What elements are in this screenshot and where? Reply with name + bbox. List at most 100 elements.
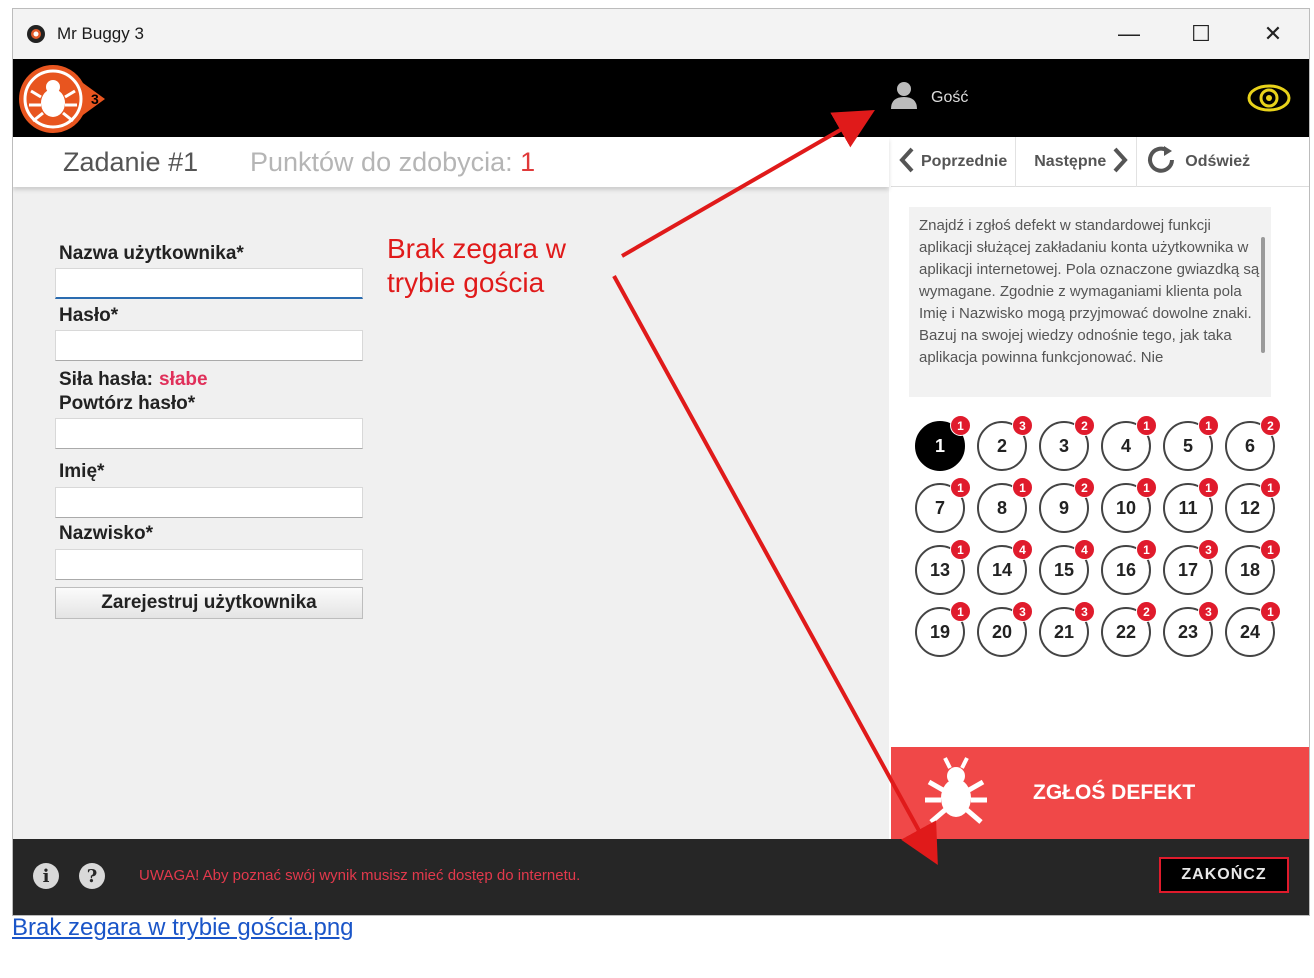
task-button[interactable]: 16 1	[1101, 539, 1157, 595]
repeat-password-label: Powtórz hasło*	[59, 393, 196, 414]
task-badge: 3	[1012, 601, 1033, 622]
annotation-label: Brak zegara w trybie gościa	[387, 232, 607, 300]
task-number: 18	[1239, 559, 1261, 580]
task-button[interactable]: 11	[915, 415, 971, 471]
file-link[interactable]: Brak zegara w trybie gościa.png	[12, 914, 354, 942]
refresh-button[interactable]: Odśwież	[1137, 137, 1258, 187]
task-button[interactable]: 23 3	[1163, 601, 1219, 657]
task-button[interactable]: 12 1	[1225, 477, 1281, 533]
task-badge: 1	[1136, 415, 1157, 436]
task-badge: 2	[1074, 477, 1095, 498]
maximize-button[interactable]: ☐	[1165, 9, 1237, 59]
task-badge: 1	[1260, 477, 1281, 498]
finish-button[interactable]: ZAKOŃCZ	[1159, 857, 1289, 893]
task-panel: Znajdź i zgłoś defekt w standardowej fun…	[891, 187, 1309, 747]
previous-button[interactable]: Poprzednie	[891, 137, 1017, 187]
task-navigation: Poprzednie Następne Odśwież	[891, 137, 1309, 187]
task-button[interactable]: 15 4	[1039, 539, 1095, 595]
report-defect-label: ZGŁOŚ DEFEKT	[1033, 781, 1196, 804]
task-button[interactable]: 13 1	[915, 539, 971, 595]
task-button[interactable]: 19 1	[915, 601, 971, 657]
app-icon	[25, 23, 47, 45]
register-button[interactable]: Zarejestruj użytkownika	[55, 587, 363, 619]
close-button[interactable]: ✕	[1237, 9, 1309, 59]
username-label: Nazwa użytkownika*	[59, 243, 244, 264]
user-icon	[889, 81, 919, 114]
footer-bar: i ? UWAGA! Aby poznać swój wynik musisz …	[13, 839, 1309, 915]
task-badge: 1	[1136, 477, 1157, 498]
task-button[interactable]: 11 1	[1163, 477, 1219, 533]
lastname-label: Nazwisko*	[59, 523, 153, 544]
task-number: 23	[1177, 621, 1199, 642]
task-button[interactable]: 18 1	[1225, 539, 1281, 595]
strength-label: Siła hasła:	[59, 369, 153, 390]
task-button[interactable]: 20 3	[977, 601, 1033, 657]
chevron-right-icon	[1112, 147, 1128, 178]
task-number: 3	[1058, 435, 1069, 456]
points-label: Punktów do zdobycia: 1	[250, 147, 535, 178]
task-button[interactable]: 51	[1163, 415, 1219, 471]
description-text: Znajdź i zgłoś defekt w standardowej fun…	[919, 217, 1260, 366]
task-badge: 1	[950, 601, 971, 622]
task-number: 9	[1058, 497, 1069, 518]
help-icon[interactable]: ?	[79, 863, 105, 889]
username-field[interactable]	[55, 268, 363, 299]
task-button[interactable]: 17 3	[1163, 539, 1219, 595]
task-button[interactable]: 22 2	[1101, 601, 1157, 657]
screenshot-page: Mr Buggy 3 — ☐ ✕ 3 Gość Zadanie #1 Punkt…	[0, 0, 1314, 978]
info-icon[interactable]: i	[33, 863, 59, 889]
task-button[interactable]: 62	[1225, 415, 1281, 471]
eye-icon[interactable]	[1247, 83, 1291, 118]
task-button[interactable]: 41	[1101, 415, 1157, 471]
task-button[interactable]: 71	[915, 477, 971, 533]
task-button[interactable]: 14 4	[977, 539, 1033, 595]
task-badge: 3	[1198, 601, 1219, 622]
points-text: Punktów do zdobycia:	[250, 147, 521, 177]
task-button[interactable]: 21 3	[1039, 601, 1095, 657]
task-number: 11	[1178, 497, 1198, 518]
task-button[interactable]: 81	[977, 477, 1033, 533]
task-badge: 1	[1198, 477, 1219, 498]
task-number: 13	[929, 559, 951, 580]
task-badge: 2	[1260, 415, 1281, 436]
task-button[interactable]: 24 1	[1225, 601, 1281, 657]
task-badge: 1	[950, 415, 971, 436]
description-scrollbar[interactable]	[1261, 237, 1265, 353]
task-badge: 2	[1136, 601, 1157, 622]
next-button[interactable]: Następne	[1016, 137, 1138, 187]
bug-icon	[919, 754, 993, 833]
task-number: 5	[1182, 435, 1193, 456]
window-title: Mr Buggy 3	[57, 24, 144, 43]
task-badge: 1	[1260, 539, 1281, 560]
previous-label: Poprzednie	[921, 153, 1008, 170]
annotation-line-1: Brak zegara w	[387, 233, 566, 264]
task-badge: 3	[1198, 539, 1219, 560]
task-button[interactable]: 23	[977, 415, 1033, 471]
refresh-icon	[1145, 145, 1179, 180]
report-defect-button[interactable]: ZGŁOŚ DEFEKT	[891, 747, 1309, 839]
task-number: 10	[1115, 497, 1137, 518]
repeat-password-field[interactable]	[55, 418, 363, 449]
task-badge: 1	[1012, 477, 1033, 498]
password-strength: Siła hasła: słabe	[59, 369, 208, 391]
app-window: Mr Buggy 3 — ☐ ✕ 3 Gość Zadanie #1 Punkt…	[12, 8, 1310, 916]
task-button[interactable]: 10 1	[1101, 477, 1157, 533]
task-badge: 3	[1074, 601, 1095, 622]
task-button[interactable]: 92	[1039, 477, 1095, 533]
password-field[interactable]	[55, 330, 363, 361]
task-number: 15	[1053, 559, 1075, 580]
internet-warning: UWAGA! Aby poznać swój wynik musisz mieć…	[139, 867, 581, 884]
task-button[interactable]: 32	[1039, 415, 1095, 471]
points-value: 1	[520, 147, 536, 177]
user-indicator[interactable]: Gość	[889, 81, 968, 114]
lastname-field[interactable]	[55, 549, 363, 580]
task-number: 20	[991, 621, 1013, 642]
task-badge: 1	[1260, 601, 1281, 622]
firstname-field[interactable]	[55, 487, 363, 518]
task-number: 7	[934, 497, 945, 518]
app-header: 3 Gość	[13, 59, 1309, 137]
annotation-line-2: trybie gościa	[387, 267, 545, 298]
title-bar: Mr Buggy 3 — ☐ ✕	[13, 9, 1309, 59]
task-number: 6	[1244, 435, 1255, 456]
minimize-button[interactable]: —	[1093, 9, 1165, 59]
